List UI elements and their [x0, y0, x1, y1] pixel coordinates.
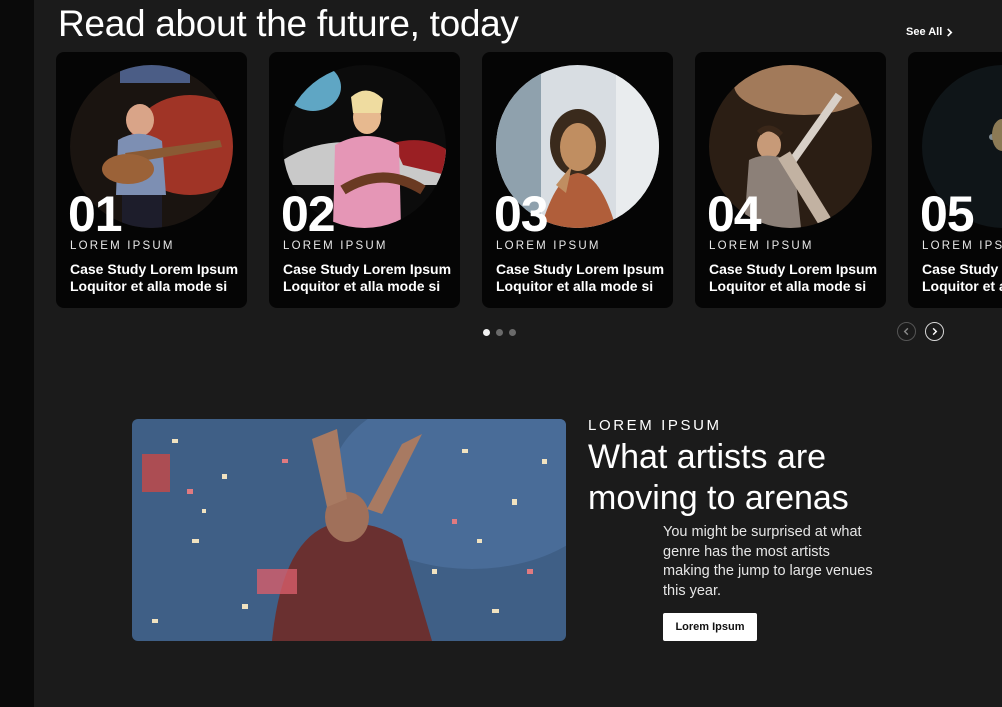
carousel-next-button[interactable]: [925, 322, 944, 341]
card-title-line1: Case Study Lorem Ipsum: [496, 261, 665, 277]
card-title-line2: Loquitor et alla mode si: [283, 278, 441, 294]
feature-body: You might be surprised at what genre has…: [663, 524, 873, 599]
card-eyebrow: LOREM IPSUM: [70, 240, 175, 252]
section-title: Read about the future, today: [58, 3, 519, 44]
feature-title: What artists are moving to arenas: [588, 437, 888, 519]
card-eyebrow: LOREM IPSUM: [709, 240, 814, 252]
card-title-line1: Case Study Lorem Ipsum: [283, 261, 452, 277]
card-title: Case Study Lorem Ipsum Loquitor et alla …: [922, 261, 1002, 295]
feature-image: [132, 419, 566, 641]
case-study-carousel: 01 LOREM IPSUM Case Study Lorem Ipsum Lo…: [56, 52, 1002, 308]
card-title-line2: Loquitor et alla mode si: [70, 278, 228, 294]
feature-title-line2: moving to arenas: [588, 479, 849, 517]
pagination-dot-2[interactable]: [496, 329, 503, 336]
carousel-pagination: [483, 329, 516, 336]
card-eyebrow: LOREM IPSUM: [283, 240, 388, 252]
card-title-line1: Case Study Lorem Ipsum: [922, 261, 1002, 277]
left-rail: [0, 0, 34, 707]
card-number: 03: [494, 186, 549, 242]
chevron-left-icon: [903, 327, 909, 336]
card-title-line1: Case Study Lorem Ipsum: [70, 261, 239, 277]
see-all-link[interactable]: See All: [906, 26, 954, 38]
card-eyebrow: LOREM IPSUM: [922, 240, 1002, 252]
see-all-label: See All: [906, 26, 943, 38]
case-study-card[interactable]: 05 LOREM IPSUM Case Study Lorem Ipsum Lo…: [908, 52, 1002, 308]
card-number: 01: [68, 186, 123, 242]
case-study-card[interactable]: 04 LOREM IPSUM Case Study Lorem Ipsum Lo…: [695, 52, 886, 308]
case-study-card[interactable]: 03 LOREM IPSUM Case Study Lorem Ipsum Lo…: [482, 52, 673, 308]
feature-title-line1: What artists are: [588, 438, 827, 476]
chevron-right-icon: [947, 27, 953, 37]
case-study-card[interactable]: 02 LOREM IPSUM Case Study Lorem Ipsum Lo…: [269, 52, 460, 308]
card-title: Case Study Lorem Ipsum Loquitor et alla …: [70, 261, 245, 295]
card-number: 02: [281, 186, 336, 242]
card-title-line2: Loquitor et alla mode si: [922, 278, 1002, 294]
card-number: 05: [920, 186, 975, 242]
carousel-prev-button[interactable]: [897, 322, 916, 341]
pagination-dot-1[interactable]: [483, 329, 490, 336]
feature-eyebrow: LOREM IPSUM: [588, 417, 722, 434]
card-title: Case Study Lorem Ipsum Loquitor et alla …: [283, 261, 458, 295]
feature-cta-button[interactable]: Lorem Ipsum: [663, 613, 757, 641]
card-number: 04: [707, 186, 762, 242]
card-eyebrow: LOREM IPSUM: [496, 240, 601, 252]
card-title-line1: Case Study Lorem Ipsum: [709, 261, 878, 277]
pagination-dot-3[interactable]: [509, 329, 516, 336]
card-title-line2: Loquitor et alla mode si: [496, 278, 654, 294]
case-study-card[interactable]: 01 LOREM IPSUM Case Study Lorem Ipsum Lo…: [56, 52, 247, 308]
chevron-right-icon: [932, 327, 938, 336]
card-title: Case Study Lorem Ipsum Loquitor et alla …: [709, 261, 884, 295]
card-title: Case Study Lorem Ipsum Loquitor et alla …: [496, 261, 671, 295]
card-title-line2: Loquitor et alla mode si: [709, 278, 867, 294]
